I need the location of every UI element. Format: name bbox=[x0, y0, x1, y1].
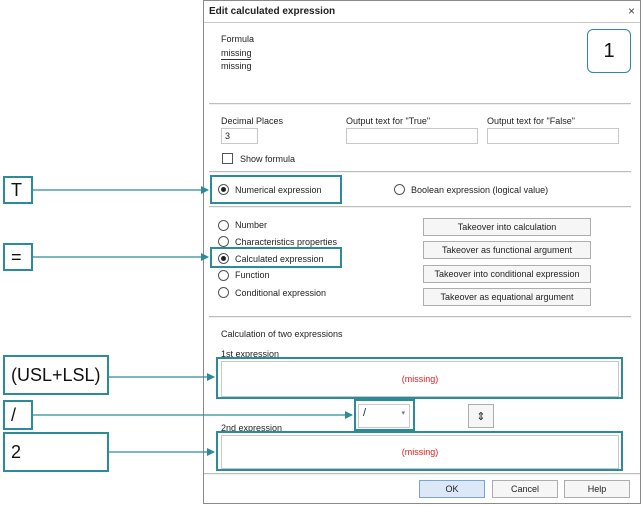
calculated-expression-radio[interactable] bbox=[218, 253, 229, 264]
edit-calculated-expression-dialog: Edit calculated expression × Formula mis… bbox=[203, 0, 641, 504]
chevron-down-icon: ▾ bbox=[401, 410, 405, 417]
close-icon[interactable]: × bbox=[628, 4, 635, 18]
characteristics-properties-radio[interactable] bbox=[218, 236, 229, 247]
formula-denominator: missing bbox=[221, 61, 252, 71]
characteristics-properties-label: Characteristics properties bbox=[235, 237, 338, 247]
separator bbox=[209, 103, 631, 105]
takeover-functional-argument-button[interactable]: Takeover as functional argument bbox=[423, 241, 591, 259]
calculated-expression-label: Calculated expression bbox=[235, 254, 324, 264]
second-expression-field[interactable]: (missing) bbox=[221, 435, 619, 469]
dialog-title: Edit calculated expression bbox=[209, 6, 336, 17]
function-label: Function bbox=[235, 270, 270, 280]
boolean-expression-label: Boolean expression (logical value) bbox=[411, 185, 549, 195]
step-number-badge: 1 bbox=[587, 29, 631, 73]
annotation-t: T bbox=[3, 176, 33, 204]
numerical-expression-label: Numerical expression bbox=[235, 185, 322, 195]
title-bar: Edit calculated expression × bbox=[204, 1, 640, 23]
separator bbox=[209, 316, 631, 318]
cancel-button[interactable]: Cancel bbox=[492, 480, 558, 498]
swap-expressions-button[interactable]: ⇕ bbox=[468, 404, 494, 428]
show-formula-label: Show formula bbox=[240, 154, 296, 164]
boolean-expression-radio[interactable] bbox=[394, 184, 405, 195]
number-radio[interactable] bbox=[218, 220, 229, 231]
numerical-expression-radio[interactable] bbox=[218, 184, 229, 195]
annotation-two: 2 bbox=[3, 432, 109, 472]
ok-button[interactable]: OK bbox=[419, 480, 485, 498]
function-radio[interactable] bbox=[218, 270, 229, 281]
annotation-slash: / bbox=[3, 400, 33, 430]
formula-numerator: missing bbox=[221, 48, 252, 58]
false-text-label: Output text for "False" bbox=[487, 116, 575, 126]
takeover-equational-argument-button[interactable]: Takeover as equational argument bbox=[423, 288, 591, 306]
decimal-places-label: Decimal Places bbox=[221, 116, 284, 126]
true-text-input[interactable] bbox=[346, 128, 478, 144]
separator bbox=[209, 206, 631, 208]
takeover-conditional-expression-button[interactable]: Takeover into conditional expression bbox=[423, 265, 591, 283]
annotation-usl-plus-lsl: (USL+LSL) bbox=[3, 355, 109, 395]
help-button[interactable]: Help bbox=[564, 480, 630, 498]
conditional-expression-label: Conditional expression bbox=[235, 288, 327, 298]
first-expression-field[interactable]: (missing) bbox=[221, 361, 619, 397]
operator-value: / bbox=[363, 407, 367, 419]
show-formula-checkbox[interactable] bbox=[222, 153, 233, 164]
formula-label: Formula bbox=[221, 34, 255, 44]
conditional-expression-radio[interactable] bbox=[218, 287, 229, 298]
separator bbox=[204, 473, 640, 475]
operator-select[interactable]: / ▾ bbox=[358, 404, 410, 428]
separator bbox=[209, 171, 631, 173]
decimal-places-input[interactable]: 3 bbox=[221, 128, 258, 144]
annotation-equals: = bbox=[3, 243, 33, 271]
false-text-input[interactable] bbox=[487, 128, 619, 144]
first-expression-label: 1st expression bbox=[221, 349, 280, 359]
number-label: Number bbox=[235, 220, 268, 230]
fraction-bar bbox=[221, 59, 251, 60]
calculation-section-label: Calculation of two expressions bbox=[221, 329, 343, 339]
second-expression-label: 2nd expression bbox=[221, 423, 283, 433]
true-text-label: Output text for "True" bbox=[346, 116, 431, 126]
takeover-into-calculation-button[interactable]: Takeover into calculation bbox=[423, 218, 591, 236]
swap-icon: ⇕ bbox=[476, 410, 486, 423]
